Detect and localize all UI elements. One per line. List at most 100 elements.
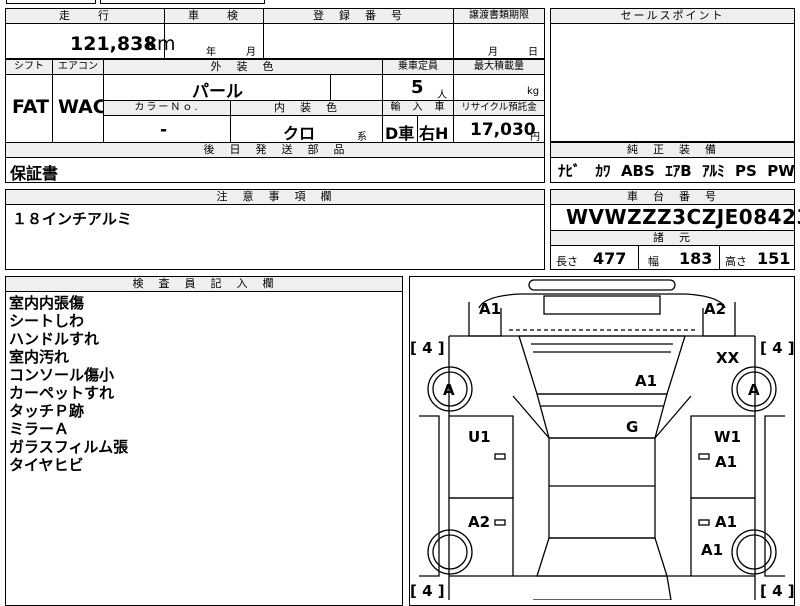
tire-rear-left-inner [432, 534, 468, 570]
shift-value: FAT [12, 96, 49, 118]
width-value: 183 [679, 249, 713, 268]
recycle-value: 17,030 [470, 120, 536, 140]
top-cut-box-1 [6, 0, 96, 4]
capacity-header: 乗車定員 [382, 59, 454, 75]
interior-color-unit: 系 [357, 132, 367, 143]
inspector-line: カーペットすれ [9, 384, 115, 402]
damage-a2-front-right: A2 [704, 300, 727, 318]
inspector-line: タイヤヒビ [9, 456, 84, 474]
import-d-value: D車 [385, 124, 415, 143]
grille [543, 295, 661, 315]
parts-header: 後 日 発 送 部 品 [5, 142, 545, 158]
capacity-value: 5 [411, 77, 424, 98]
mileage-header: 走 行 [5, 8, 165, 24]
damage-a1-hood: A1 [635, 372, 658, 390]
tread-bracket-front-left: [ 4 ] [410, 339, 445, 357]
registration-cell [263, 23, 454, 59]
damage-a1-front-left: A1 [479, 300, 502, 318]
damage-w1: W1 [714, 428, 741, 446]
damage-xx: XX [716, 349, 740, 367]
inspector-line: 室内汚れ [9, 348, 70, 366]
exterior-color-extra-cell [330, 74, 383, 101]
import-car-header: 輸 入 車 [382, 100, 454, 116]
capacity-unit: 人 [437, 90, 447, 101]
damage-a2-left-rear: A2 [468, 513, 491, 531]
notes-value: １８インチアルミ [12, 210, 132, 228]
right-pillars [654, 395, 692, 577]
sales-point-header: セールスポイント [550, 8, 795, 24]
hood-lines [531, 343, 673, 353]
interior-color-header: 内 装 色 [230, 100, 383, 116]
mileage-value: 121,838 [70, 33, 157, 55]
damage-a1-right-front-door: A1 [715, 453, 738, 471]
damage-u1: U1 [468, 428, 491, 446]
tread-bracket-rear-right: [ 4 ] [760, 582, 795, 600]
inspector-line: タッチＰ跡 [9, 402, 85, 420]
right-front-handle [698, 453, 710, 460]
left-pillars [512, 395, 550, 577]
transfer-deadline-header: 譲渡書類期限 [453, 8, 545, 24]
left-rocker [419, 415, 440, 577]
width-label: 幅 [648, 255, 659, 268]
tire-grade-front-right: A [748, 381, 760, 399]
inspector-line: ガラスフィルム張 [9, 438, 129, 456]
recycle-unit: 円 [530, 132, 540, 143]
equipment-value: ﾅﾋﾞ ｶﾜ ABS ｴｱB ｱﾙﾐ PS PW [558, 162, 795, 180]
damage-g-windshield: G [626, 418, 639, 436]
length-label: 長さ [556, 255, 578, 268]
interior-color-value: クロ [283, 124, 316, 143]
color-no-header: カラーＮｏ. [103, 100, 231, 116]
damage-a1-right-rear-fender: A1 [701, 541, 724, 559]
sales-point-box [550, 8, 795, 142]
color-no-value: - [160, 120, 168, 140]
dimensions-header: 諸 元 [550, 230, 795, 246]
body-sides [448, 336, 756, 600]
left-front-handle [494, 453, 506, 460]
trunk [533, 575, 672, 600]
ac-header: エアコン [52, 59, 104, 75]
chassis-number: WVWZZZ3CZJE084232 [566, 205, 800, 229]
shift-header: シフト [5, 59, 53, 75]
inspector-line: シートしわ [9, 312, 85, 330]
hood [518, 335, 686, 395]
inspection-year-unit: 年 [206, 47, 216, 58]
inspection-month-unit: 月 [246, 47, 256, 58]
inspector-line: 室内内張傷 [9, 294, 85, 312]
height-value: 151 [757, 249, 791, 268]
inspector-line: コンソール傷小 [9, 366, 115, 384]
mileage-unit: km [146, 33, 176, 55]
inspector-line: ミラーＡ [9, 420, 70, 438]
recycle-deposit-header: リサイクル預託金 [453, 100, 545, 116]
equipment-header: 純 正 装 備 [550, 142, 795, 158]
tire-rear-left-outer [427, 529, 473, 575]
transfer-day-unit: 日 [528, 47, 538, 58]
height-label: 高さ [725, 255, 747, 268]
ac-value: WAC [58, 96, 107, 118]
parts-value: 保証書 [10, 164, 59, 183]
registration-header: 登 録 番 号 [263, 8, 454, 24]
chassis-header: 車 台 番 号 [550, 189, 795, 205]
damage-a1-right-rear-door: A1 [715, 513, 738, 531]
front-bumper-top [528, 279, 676, 291]
tread-bracket-rear-left: [ 4 ] [410, 582, 445, 600]
tire-grade-front-left: A [443, 381, 455, 399]
windshield [536, 393, 668, 439]
inspector-header: 検 査 員 記 入 欄 [5, 276, 403, 292]
roof [548, 437, 656, 539]
max-load-header: 最大積載量 [453, 59, 545, 75]
tire-rear-right-outer [731, 529, 777, 575]
import-h-value: 右H [419, 124, 449, 143]
exterior-color-header: 外 装 色 [103, 59, 383, 75]
notes-header: 注 意 事 項 欄 [5, 189, 545, 205]
inspector-notes: 室内内張傷 シートしわ ハンドルすれ 室内汚れ コンソール傷小 カーペットすれ … [9, 294, 128, 474]
tire-rear-right-inner [736, 534, 772, 570]
left-rear-handle [494, 519, 506, 526]
exterior-color-value: パール [192, 82, 243, 102]
tread-bracket-front-right: [ 4 ] [760, 339, 795, 357]
inspection-header: 車 検 [164, 8, 264, 24]
top-cut-box-2 [100, 0, 265, 4]
transfer-month-unit: 月 [488, 47, 498, 58]
max-load-unit: kg [527, 86, 540, 97]
rear-glass [536, 537, 668, 577]
inspector-line: ハンドルすれ [9, 330, 100, 348]
